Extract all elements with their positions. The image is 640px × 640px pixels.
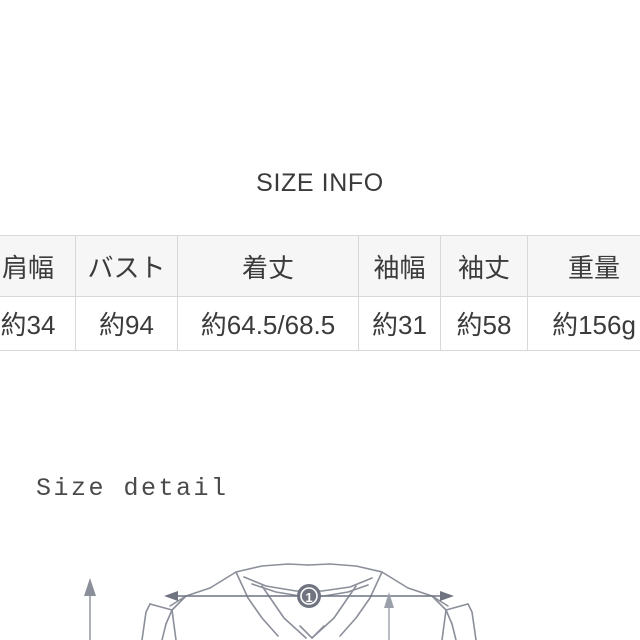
table-header-row: 肩幅 バスト 着丈 袖幅 袖丈 重量 [0,235,640,297]
size-detail-heading: Size detail [36,474,229,503]
column-header-sleeve-width: 袖幅 [358,235,441,297]
right-length-arrow [384,592,394,640]
column-header-sleeve-length: 袖丈 [440,235,528,297]
column-header-bust: バスト [75,235,178,297]
cell-sleeve-length: 約58 [440,296,528,351]
table-row: 約34 約94 約64.5/68.5 約31 約58 約156g [0,296,640,351]
measure-marker-1: 1 [297,584,321,608]
column-header-shoulder-width: 肩幅 [0,235,76,297]
column-header-body-length: 着丈 [177,235,359,297]
column-header-weight: 重量 [527,235,640,297]
cell-shoulder-width: 約34 [0,296,76,351]
page-title: SIZE INFO [256,169,384,197]
shirt-diagram-svg: 1 [84,563,477,640]
size-detail-illustration: 1 [0,540,640,640]
left-length-arrow [84,578,96,640]
cell-bust: 約94 [75,296,178,351]
cell-body-length: 約64.5/68.5 [177,296,359,351]
cell-sleeve-width: 約31 [358,296,441,351]
size-info-page: SIZE INFO 肩幅 バスト 着丈 袖幅 袖丈 重量 約34 約94 約64… [0,0,640,640]
cell-weight: 約156g [527,296,640,351]
measure-marker-1-label: 1 [305,590,312,605]
size-table-container: 肩幅 バスト 着丈 袖幅 袖丈 重量 約34 約94 約64.5/68.5 約3… [0,235,640,351]
size-table: 肩幅 バスト 着丈 袖幅 袖丈 重量 約34 約94 約64.5/68.5 約3… [0,235,640,351]
